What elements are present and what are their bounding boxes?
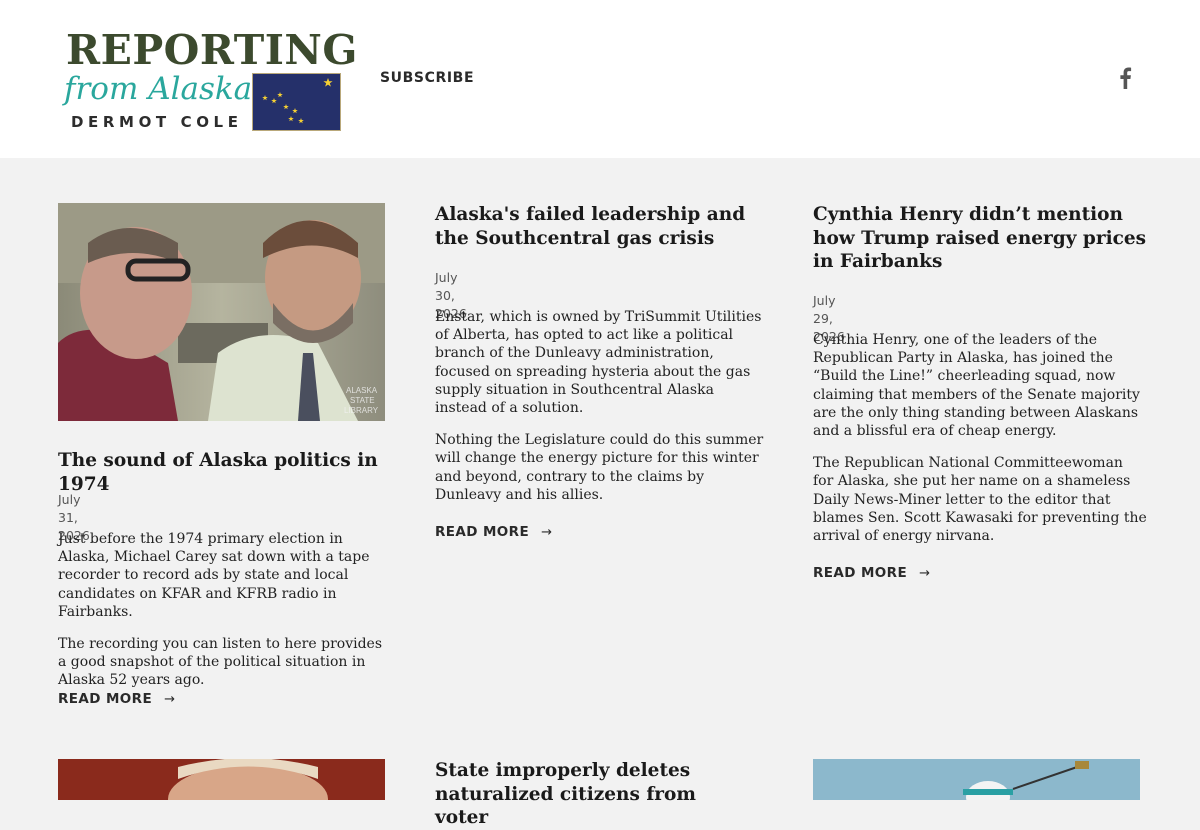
arrow-right-icon: →	[164, 692, 176, 707]
subscribe-link[interactable]: SUBSCRIBE	[380, 68, 474, 88]
logo-title: REPORTING	[66, 26, 358, 74]
alaska-flag-icon	[252, 73, 341, 131]
facebook-icon[interactable]	[1116, 67, 1134, 89]
post-image[interactable]	[58, 759, 385, 800]
excerpt-paragraph: The Republican National Committeewoman f…	[813, 455, 1147, 545]
post-title[interactable]: Alaska's failed leadership and the South…	[435, 203, 770, 250]
site-header: REPORTING from Alaska DERMOT COLE SUBSCR…	[0, 0, 1200, 158]
arrow-right-icon: →	[541, 525, 553, 540]
read-more-link[interactable]: READ MORE →	[435, 523, 552, 542]
watermark-line: ALASKA	[346, 386, 378, 395]
watermark-line: LIBRARY	[344, 406, 379, 415]
arrow-right-icon: →	[919, 566, 931, 581]
watermark-line: STATE	[350, 396, 375, 405]
post-excerpt: Just before the 1974 primary election in…	[58, 530, 388, 704]
post-title[interactable]: State improperly deletes naturalized cit…	[435, 759, 735, 830]
logo-author: DERMOT COLE	[71, 113, 243, 131]
post-excerpt: Enstar, which is owned by TriSummit Util…	[435, 308, 769, 518]
excerpt-paragraph: Nothing the Legislature could do this su…	[435, 432, 764, 503]
excerpt-paragraph: The recording you can listen to here pro…	[58, 636, 383, 689]
post-image[interactable]	[813, 759, 1140, 800]
read-more-link[interactable]: READ MORE →	[58, 690, 175, 709]
post-title[interactable]: The sound of Alaska politics in 1974	[58, 449, 388, 496]
read-more-label: READ MORE	[58, 691, 153, 707]
read-more-link[interactable]: READ MORE →	[813, 564, 930, 583]
read-more-label: READ MORE	[813, 565, 908, 581]
post-excerpt: Cynthia Henry, one of the leaders of the…	[813, 331, 1147, 559]
excerpt-paragraph: Cynthia Henry, one of the leaders of the…	[813, 332, 1140, 440]
read-more-label: READ MORE	[435, 524, 530, 540]
post-title[interactable]: Cynthia Henry didn’t mention how Trump r…	[813, 203, 1148, 274]
site-logo[interactable]: REPORTING from Alaska DERMOT COLE	[62, 26, 357, 136]
post-image[interactable]: ALASKA STATE LIBRARY	[58, 203, 385, 421]
excerpt-paragraph: Enstar, which is owned by TriSummit Util…	[435, 309, 762, 417]
logo-subtitle: from Alaska	[64, 71, 253, 107]
excerpt-paragraph: Just before the 1974 primary election in…	[58, 531, 370, 620]
